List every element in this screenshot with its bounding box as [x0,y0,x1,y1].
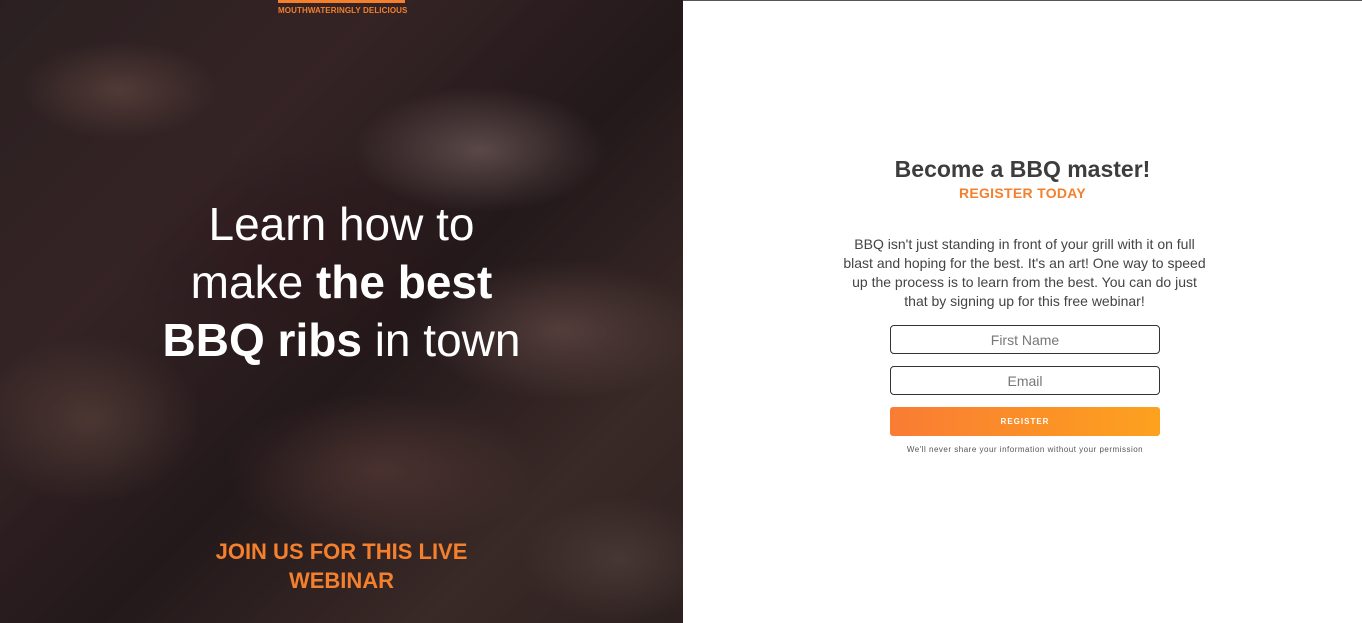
webinar-cta: JOIN US FOR THIS LIVE WEBINAR [215,539,468,593]
form-subtitle: REGISTER TODAY [958,185,1087,201]
form-description: BBQ isn't just standing in front of your… [843,236,1206,309]
registration-panel: Become a BBQ master! REGISTER TODAY BBQ … [683,0,1362,623]
email-input[interactable] [890,366,1160,395]
register-button[interactable]: REGISTER [890,407,1160,436]
tagline-accent-bar [278,0,405,3]
headline-line-1: Learn how to [208,198,475,250]
privacy-note: We'll never share your information witho… [906,445,1144,454]
hero-headline: Learn how to make the best BBQ ribs in t… [90,195,593,369]
first-name-input[interactable] [890,325,1160,354]
headline-line-2-prefix: make [190,256,316,308]
form-title: Become a BBQ master! [894,156,1151,182]
hero-tagline: MOUTHWATERINGLY DELICIOUS [278,6,408,15]
headline-line-3-bold: BBQ ribs [162,314,362,366]
hero-section: MOUTHWATERINGLY DELICIOUS Learn how to m… [0,0,683,623]
headline-line-3-suffix: in town [361,314,521,366]
headline-line-2-bold: the best [315,256,493,308]
